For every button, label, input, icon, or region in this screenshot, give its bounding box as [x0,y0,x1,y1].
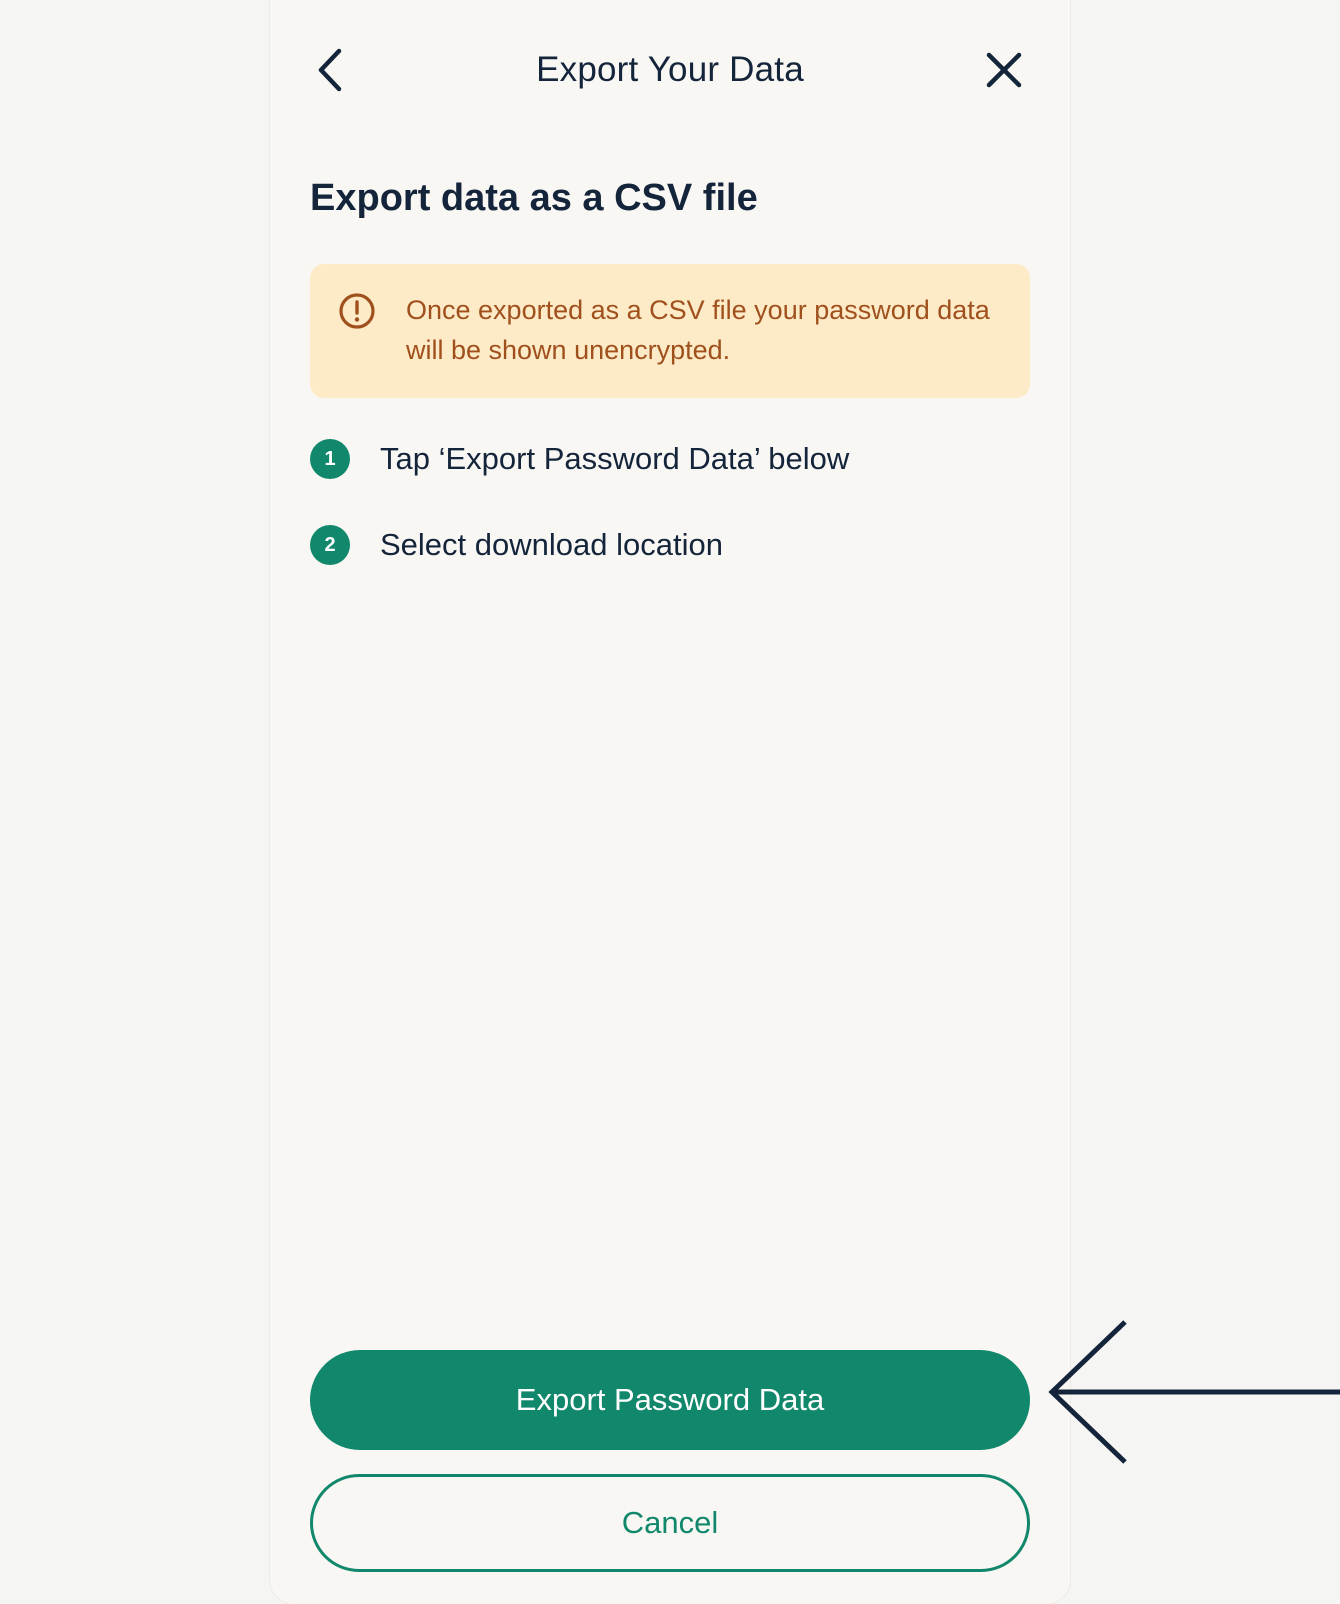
chevron-left-icon [318,48,342,92]
step-item-2: 2 Select download location [310,520,723,570]
dialog-title: Export Your Data [536,50,804,89]
dialog-header: Export Your Data [270,0,1070,140]
step-text: Select download location [380,527,723,562]
export-dialog: Export Your Data Export data as a CSV fi… [270,0,1070,1604]
cancel-button[interactable]: Cancel [310,1474,1030,1572]
step-number-badge: 1 [310,439,350,479]
step-number-badge: 2 [310,525,350,565]
close-button[interactable] [978,44,1030,96]
close-icon [986,52,1022,88]
pointer-arrow-icon [1048,1320,1340,1464]
warning-banner: Once exported as a CSV file your passwor… [310,264,1030,398]
warning-text: Once exported as a CSV file your passwor… [406,295,990,365]
back-button[interactable] [308,44,352,96]
step-text: Tap ‘Export Password Data’ below [380,441,850,476]
exclamation-circle-icon [339,293,375,329]
section-title: Export data as a CSV file [310,177,758,219]
step-item-1: 1 Tap ‘Export Password Data’ below [310,434,849,484]
export-password-data-button[interactable]: Export Password Data [310,1350,1030,1450]
